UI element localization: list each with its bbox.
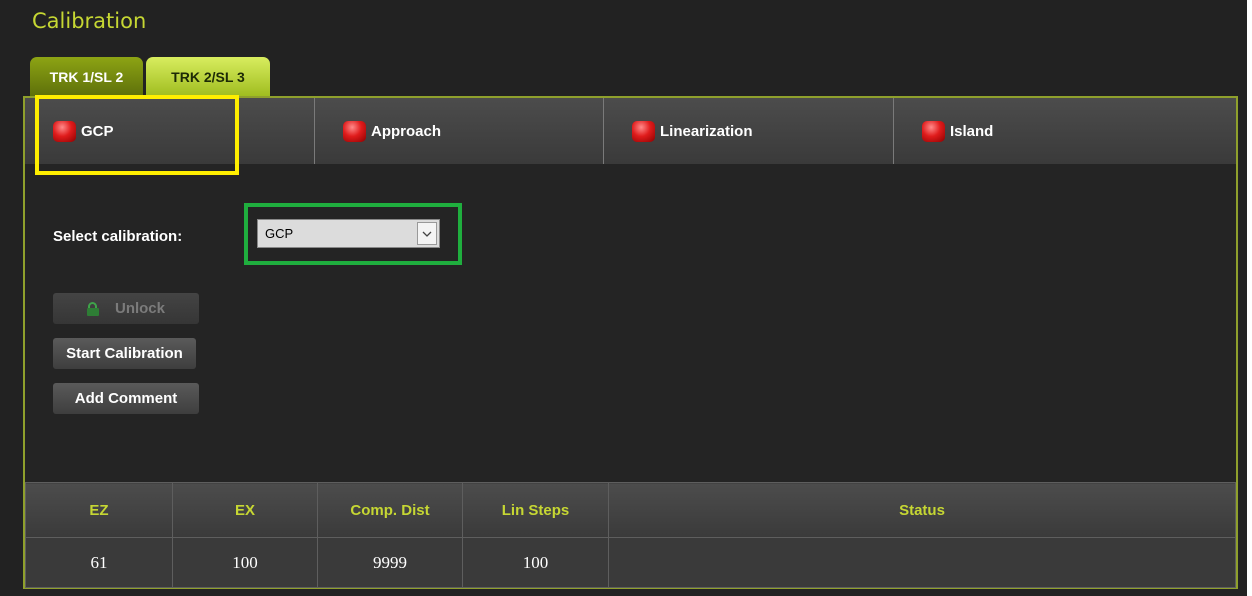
calibration-data-table: EZ EX Comp. Dist Lin Steps Status 61 100… — [25, 482, 1236, 588]
page-title: Calibration — [32, 9, 147, 33]
start-calibration-button[interactable]: Start Calibration — [53, 338, 196, 369]
table-cell: 9999 — [317, 537, 463, 588]
unlock-button[interactable]: Unlock — [53, 293, 199, 324]
select-calibration-label: Select calibration: — [53, 228, 183, 245]
table-cell: 100 — [462, 537, 609, 588]
calibration-select[interactable]: GCP — [257, 219, 440, 248]
status-led-icon — [922, 120, 945, 142]
select-value: GCP — [265, 226, 294, 241]
calibration-approach[interactable]: Approach — [315, 98, 604, 164]
column-header: Comp. Dist — [317, 482, 463, 538]
calibration-label: Island — [950, 122, 994, 140]
tab-trk1-sl2[interactable]: TRK 1/SL 2 — [30, 57, 143, 96]
calibration-label: GCP — [81, 122, 114, 140]
add-comment-button[interactable]: Add Comment — [53, 383, 199, 414]
table-header-row: EZ EX Comp. Dist Lin Steps Status — [25, 482, 1236, 538]
table-cell — [608, 537, 1236, 588]
column-header: Status — [608, 482, 1236, 538]
column-header: EZ — [25, 482, 173, 538]
unlock-label: Unlock — [114, 300, 165, 317]
track-tabs: TRK 1/SL 2 TRK 2/SL 3 — [30, 57, 273, 96]
calibration-label: Linearization — [660, 122, 753, 140]
column-header: Lin Steps — [462, 482, 609, 538]
lock-icon — [86, 301, 99, 316]
calibration-panel: GCP Approach Linearization Island EZ EX … — [23, 96, 1238, 589]
status-led-icon — [53, 120, 76, 142]
calibration-window: Calibration TRK 1/SL 2 TRK 2/SL 3 GCP Ap… — [0, 0, 1247, 596]
status-led-icon — [343, 120, 366, 142]
tab-trk2-sl3[interactable]: TRK 2/SL 3 — [146, 57, 270, 96]
calibration-gcp[interactable]: GCP — [25, 98, 315, 164]
calibration-status-bar: GCP Approach Linearization Island — [25, 98, 1236, 164]
column-header: EX — [172, 482, 318, 538]
status-led-icon — [632, 120, 655, 142]
calibration-island[interactable]: Island — [894, 98, 1236, 164]
table-row: 61 100 9999 100 — [25, 537, 1236, 588]
chevron-down-icon[interactable] — [417, 222, 437, 245]
table-cell: 61 — [25, 537, 173, 588]
calibration-label: Approach — [371, 122, 442, 140]
calibration-linearization[interactable]: Linearization — [604, 98, 894, 164]
table-cell: 100 — [172, 537, 318, 588]
